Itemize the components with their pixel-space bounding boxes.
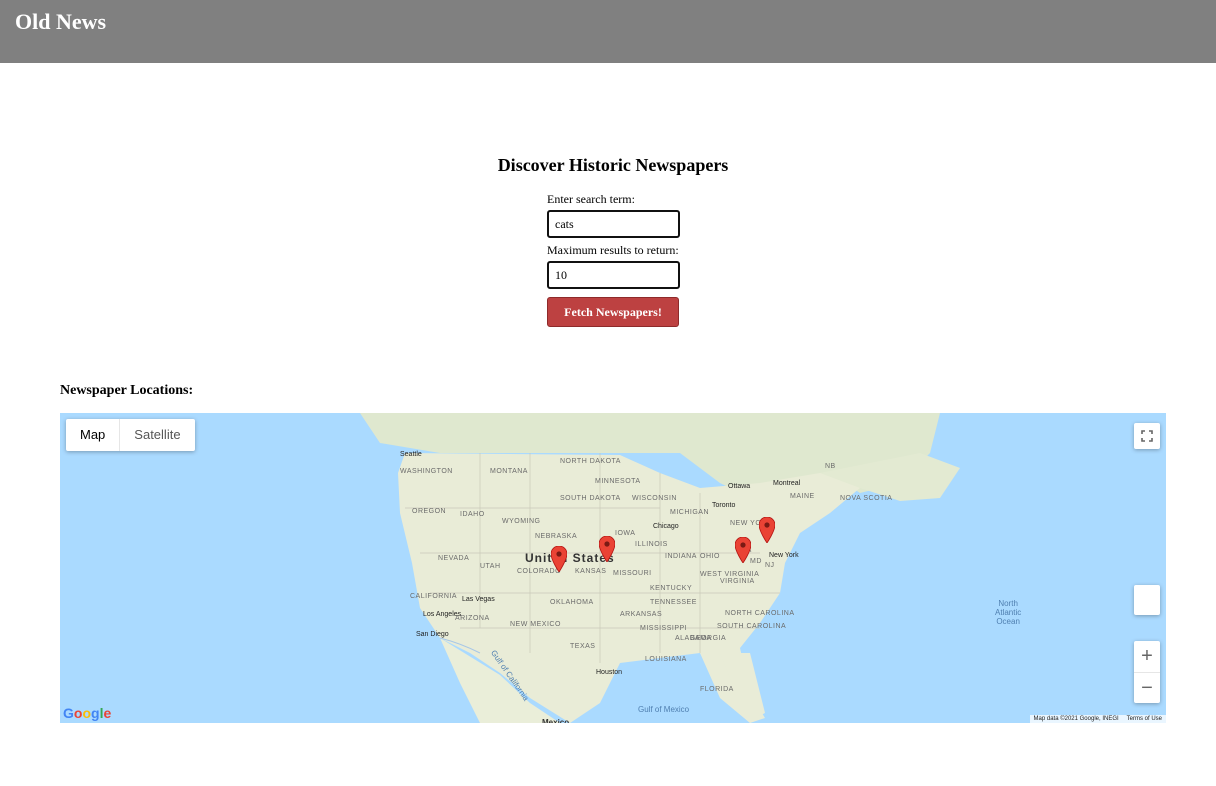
city-label: Ottawa bbox=[728, 483, 751, 490]
max-results-label: Maximum results to return: bbox=[547, 243, 679, 257]
state-label: IDAHO bbox=[460, 511, 485, 518]
attribution-text: Map data ©2021 Google, INEGI bbox=[1033, 716, 1119, 722]
city-label: New York bbox=[769, 552, 799, 559]
state-label: MISSOURI bbox=[613, 570, 652, 577]
fullscreen-button[interactable] bbox=[1134, 423, 1160, 449]
state-label: NORTH DAKOTA bbox=[560, 458, 621, 465]
fetch-newspapers-button[interactable]: Fetch Newspapers! bbox=[547, 297, 679, 327]
ocean-label: North Atlantic Ocean bbox=[995, 599, 1021, 626]
state-label: MONTANA bbox=[490, 468, 528, 475]
newspaper-marker-icon[interactable] bbox=[599, 536, 615, 562]
newspaper-marker-icon[interactable] bbox=[759, 517, 775, 543]
map-type-control: Map Satellite bbox=[66, 419, 195, 451]
state-label: VIRGINIA bbox=[720, 578, 755, 585]
search-term-input[interactable] bbox=[547, 210, 680, 238]
zoom-controls: + − bbox=[1134, 641, 1160, 703]
state-label: IOWA bbox=[615, 530, 636, 537]
state-label: SOUTH CAROLINA bbox=[717, 623, 787, 630]
city-label: Seattle bbox=[400, 451, 422, 458]
water-label: Gulf of Mexico bbox=[638, 705, 690, 714]
state-label: FLORIDA bbox=[700, 686, 734, 693]
state-label: NEBRASKA bbox=[535, 533, 578, 540]
state-label: KENTUCKY bbox=[650, 585, 693, 592]
state-label: NEW MEXICO bbox=[510, 621, 561, 628]
map-section-title: Newspaper Locations: bbox=[60, 383, 194, 398]
fullscreen-icon bbox=[1141, 430, 1153, 442]
street-view-button[interactable] bbox=[1134, 585, 1160, 615]
state-label: OKLAHOMA bbox=[550, 599, 594, 606]
state-label: MISSISSIPPI bbox=[640, 625, 688, 632]
state-label: TENNESSEE bbox=[650, 599, 697, 606]
state-label: MAINE bbox=[790, 493, 815, 500]
state-label: MICHIGAN bbox=[670, 509, 709, 516]
state-label: WISCONSIN bbox=[632, 495, 677, 502]
state-label: MINNESOTA bbox=[595, 478, 641, 485]
map-attribution: Map data ©2021 Google, INEGI Terms of Us… bbox=[1029, 715, 1166, 723]
state-label: ALABAMA bbox=[675, 635, 712, 642]
state-label: UTAH bbox=[480, 563, 501, 570]
newspaper-map[interactable]: Map Satellite + − United States North Atl… bbox=[60, 413, 1166, 723]
search-term-label: Enter search term: bbox=[547, 192, 635, 206]
state-label: LOUISIANA bbox=[645, 656, 687, 663]
newspaper-marker-icon[interactable] bbox=[735, 537, 751, 563]
state-label: OREGON bbox=[412, 508, 447, 515]
zoom-in-button[interactable]: + bbox=[1134, 641, 1160, 673]
state-label: OHIO bbox=[700, 553, 720, 560]
state-label: NOVA SCOTIA bbox=[840, 495, 893, 502]
terms-link[interactable]: Terms of Use bbox=[1127, 716, 1162, 722]
state-label: NB bbox=[825, 463, 836, 470]
state-label: WASHINGTON bbox=[400, 468, 453, 475]
form-title: Discover Historic Newspapers bbox=[497, 155, 729, 175]
city-label: Toronto bbox=[712, 502, 736, 509]
max-results-input[interactable] bbox=[547, 261, 680, 289]
zoom-out-button[interactable]: − bbox=[1134, 673, 1160, 703]
map-type-map[interactable]: Map bbox=[66, 419, 121, 451]
state-label: INDIANA bbox=[665, 553, 697, 560]
city-label: San Diego bbox=[416, 631, 449, 638]
top-navbar: Old News bbox=[0, 0, 1216, 63]
state-label: WYOMING bbox=[502, 518, 541, 525]
state-label: ILLINOIS bbox=[635, 541, 668, 548]
state-label: NEVADA bbox=[438, 555, 470, 562]
map-type-satellite[interactable]: Satellite bbox=[120, 419, 194, 451]
ocean-label-text: North Atlantic Ocean bbox=[995, 599, 1022, 626]
state-label: ARKANSAS bbox=[620, 611, 663, 618]
brand-title[interactable]: Old News bbox=[15, 9, 106, 35]
state-label: SOUTH DAKOTA bbox=[560, 495, 621, 502]
city-label: Los Angeles bbox=[423, 611, 462, 618]
state-label: CALIFORNIA bbox=[410, 593, 458, 600]
water-label: Mexico bbox=[542, 718, 570, 723]
newspaper-marker-icon[interactable] bbox=[551, 546, 567, 572]
city-label: Montreal bbox=[773, 480, 801, 487]
state-label: KANSAS bbox=[575, 568, 607, 575]
state-label: WEST VIRGINIA bbox=[700, 571, 760, 578]
state-label: NJ bbox=[765, 562, 775, 569]
state-label: TEXAS bbox=[570, 643, 596, 650]
city-label: Chicago bbox=[653, 523, 679, 530]
google-logo: Google bbox=[63, 705, 112, 721]
city-label: Las Vegas bbox=[462, 596, 495, 603]
city-label: Houston bbox=[596, 669, 623, 676]
state-label: NORTH CAROLINA bbox=[725, 610, 795, 617]
state-label: MD bbox=[750, 558, 762, 565]
